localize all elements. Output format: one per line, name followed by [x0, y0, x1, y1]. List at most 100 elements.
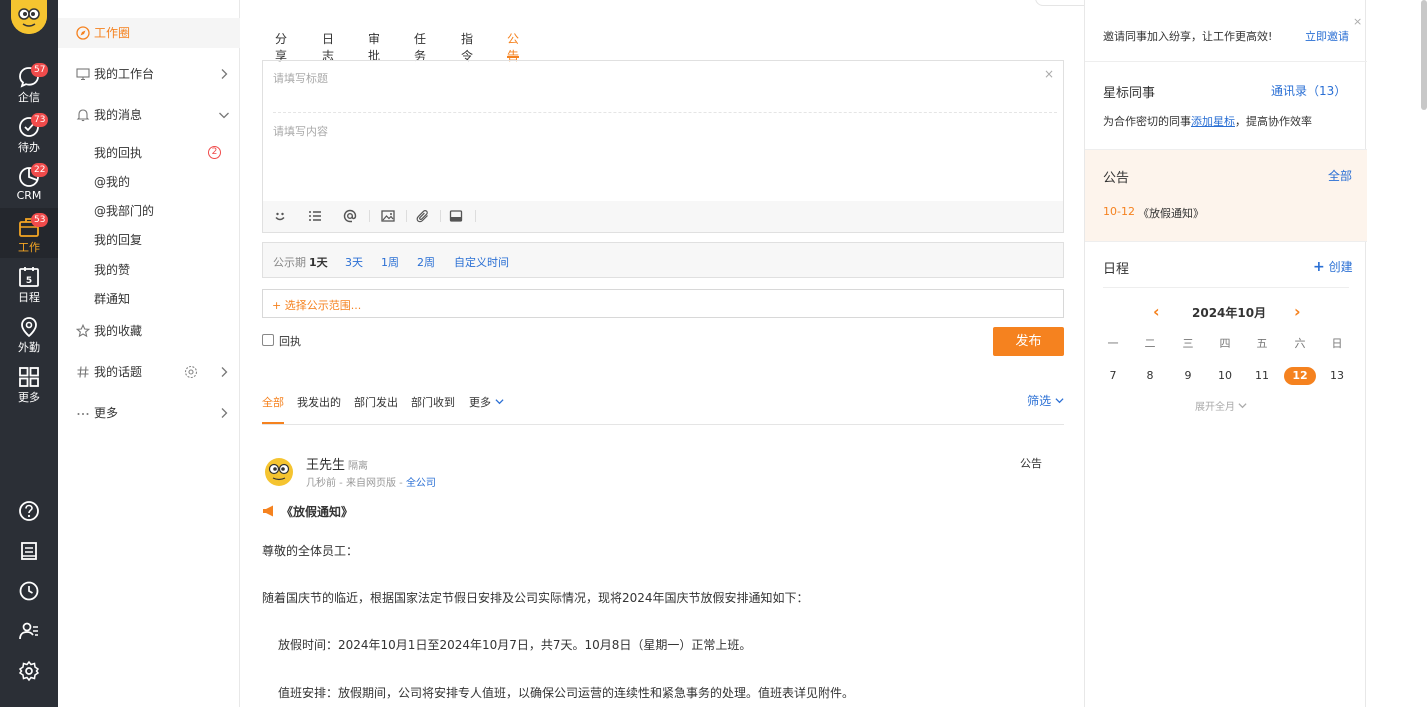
filter-tab-dept-received[interactable]: 部门收到 — [411, 394, 455, 424]
right-panel: 邀请同事加入纷享，让工作更高效! 立即邀请 × 星标同事 通讯录（13） 为合作… — [1084, 0, 1367, 707]
announcement-item[interactable]: 《放假通知》 — [1138, 205, 1204, 221]
content-input[interactable]: 请填写内容 — [273, 123, 328, 139]
nav-sub-at-me[interactable]: @我的 — [94, 170, 130, 194]
expand-label: 展开全月 — [1195, 402, 1235, 413]
clock-icon[interactable] — [18, 580, 40, 602]
nav-sub-at-department[interactable]: @我部门的 — [94, 199, 154, 223]
attachment-icon[interactable] — [416, 209, 430, 223]
filter-dropdown[interactable]: 筛选 — [1027, 392, 1064, 409]
filter-tab-dept-sent[interactable]: 部门发出 — [354, 394, 398, 424]
filter-tab-more[interactable]: 更多 — [469, 394, 504, 424]
nav-item-work-circle[interactable]: 工作圈 — [58, 18, 240, 48]
next-month-chevron-icon[interactable]: › — [1294, 302, 1301, 321]
calendar-day[interactable]: 11 — [1246, 367, 1278, 385]
period-option[interactable]: 1周 — [381, 254, 399, 270]
badge: 53 — [31, 213, 49, 227]
post-heading[interactable]: 《放假通知》 — [262, 503, 353, 520]
nav-sub-my-likes[interactable]: 我的赞 — [94, 258, 130, 282]
nav-sub-my-replies[interactable]: 我的回复 — [94, 228, 142, 252]
rail-item-todo[interactable]: 73 待办 — [0, 108, 58, 158]
image-icon[interactable] — [381, 209, 395, 223]
view-all-link[interactable]: 全部 — [1328, 167, 1352, 184]
help-icon[interactable] — [18, 500, 40, 522]
period-option[interactable]: 3天 — [345, 254, 363, 270]
tab-task[interactable]: 任务 — [414, 30, 426, 63]
rail-item-field[interactable]: 外勤 — [0, 308, 58, 358]
add-star-link[interactable]: 添加星标 — [1191, 115, 1235, 128]
plus-icon: + — [1313, 259, 1325, 275]
tab-approval[interactable]: 审批 — [368, 30, 380, 63]
calendar-day[interactable]: 13 — [1321, 367, 1353, 385]
nav-item-favorites[interactable]: 我的收藏 — [58, 316, 240, 346]
calendar-day[interactable]: 7 — [1097, 367, 1129, 385]
period-option-selected[interactable]: 1天 — [309, 254, 328, 270]
rail-item-crm[interactable]: 22 CRM — [0, 158, 58, 208]
calendar-day-today[interactable]: 12 — [1284, 367, 1316, 385]
title-input[interactable]: 请填写标题 — [273, 70, 328, 86]
rail-item-more[interactable]: 更多 — [0, 358, 58, 408]
calendar-month: 2024年10月 — [1192, 306, 1267, 320]
list-icon[interactable] — [308, 209, 322, 223]
expand-month-button[interactable]: 展开全月 — [1195, 398, 1247, 413]
compass-icon — [76, 26, 90, 40]
nav-item-workbench[interactable]: 我的工作台 — [58, 59, 240, 89]
period-option[interactable]: 2周 — [417, 254, 435, 270]
rail-label: 更多 — [18, 391, 40, 404]
contacts-link[interactable]: 通讯录（13） — [1271, 82, 1346, 99]
starred-colleagues: 星标同事 通讯录（13） 为合作密切的同事添加星标，提高协作效率 — [1085, 62, 1367, 150]
rail-item-messages[interactable]: 57 企信 — [0, 58, 58, 108]
nav-item-messages[interactable]: 我的消息 — [58, 100, 240, 130]
receipt-checkbox[interactable] — [262, 334, 274, 346]
calendar-day[interactable]: 9 — [1172, 367, 1204, 385]
filter-tab-all[interactable]: 全部 — [262, 394, 284, 424]
close-icon[interactable]: × — [1353, 15, 1362, 28]
gear-icon[interactable] — [184, 365, 198, 379]
chevron-down-icon — [219, 112, 229, 119]
grid-icon — [19, 367, 39, 387]
tab-announcement[interactable]: 公告 — [507, 30, 520, 63]
avatar[interactable] — [262, 454, 296, 488]
document-icon[interactable] — [18, 540, 40, 562]
emoji-icon[interactable] — [273, 209, 287, 223]
create-schedule-button[interactable]: + 创建 — [1313, 258, 1353, 275]
invite-link[interactable]: 立即邀请 — [1305, 28, 1349, 44]
nav-sub-group-notice[interactable]: 群通知 — [94, 287, 130, 311]
rail-item-work[interactable]: 53 工作 — [0, 208, 58, 258]
weekday-label: 四 — [1219, 337, 1231, 350]
tab-instruction[interactable]: 指令 — [461, 30, 473, 63]
rail-item-calendar[interactable]: 5 日程 — [0, 258, 58, 308]
filter-tab-sent-by-me[interactable]: 我发出的 — [297, 394, 341, 424]
scrollbar[interactable] — [1421, 0, 1427, 110]
settings-icon[interactable] — [18, 660, 40, 682]
tab-share[interactable]: 分享 — [275, 30, 287, 63]
mention-icon[interactable] — [343, 209, 357, 223]
tab-log[interactable]: 日志 — [322, 30, 334, 63]
calendar-icon: 5 — [19, 267, 39, 287]
section-title: 公告 — [1103, 171, 1130, 186]
scope-selector[interactable]: + 选择公示范围... — [262, 289, 1064, 318]
calendar-day[interactable]: 8 — [1134, 367, 1166, 385]
nav-item-topics[interactable]: 我的话题 — [58, 357, 240, 387]
star-desc-text: ，提高协作效率 — [1235, 115, 1312, 128]
nav-sub-my-receipts[interactable]: 我的回执 2 — [94, 141, 221, 165]
chevron-down-icon — [1238, 403, 1247, 409]
storage-icon[interactable] — [449, 209, 463, 223]
secondary-nav: 工作圈 我的工作台 我的消息 我的回执 2 @我的 @我部门的 我的回复 我的赞… — [58, 0, 240, 707]
post-type: 公告 — [1020, 457, 1042, 470]
receipt-label: 回执 — [279, 335, 301, 348]
close-icon[interactable]: × — [1044, 67, 1054, 81]
nav-label: 更多 — [94, 406, 119, 420]
post-meta: 几秒前 - 来自网页版 - 全公司 — [306, 474, 436, 489]
app-logo[interactable] — [11, 0, 47, 34]
create-label: 创建 — [1328, 260, 1353, 274]
contacts-icon[interactable] — [18, 620, 40, 642]
post-author[interactable]: 王先生 — [306, 454, 345, 473]
calendar-day[interactable]: 10 — [1209, 367, 1241, 385]
publish-button[interactable]: 发布 — [993, 327, 1064, 356]
nav-item-more[interactable]: 更多 — [58, 398, 240, 428]
prev-month-chevron-icon[interactable]: ‹ — [1153, 302, 1160, 321]
period-option-custom[interactable]: 自定义时间 — [454, 254, 509, 270]
main-content: 分享 日志 审批 任务 指令 公告 请填写标题 × 请填写内容 公示期 1天 3… — [241, 0, 1083, 707]
composer-toolbar — [263, 201, 1063, 232]
post-scope-link[interactable]: 全公司 — [406, 478, 436, 489]
